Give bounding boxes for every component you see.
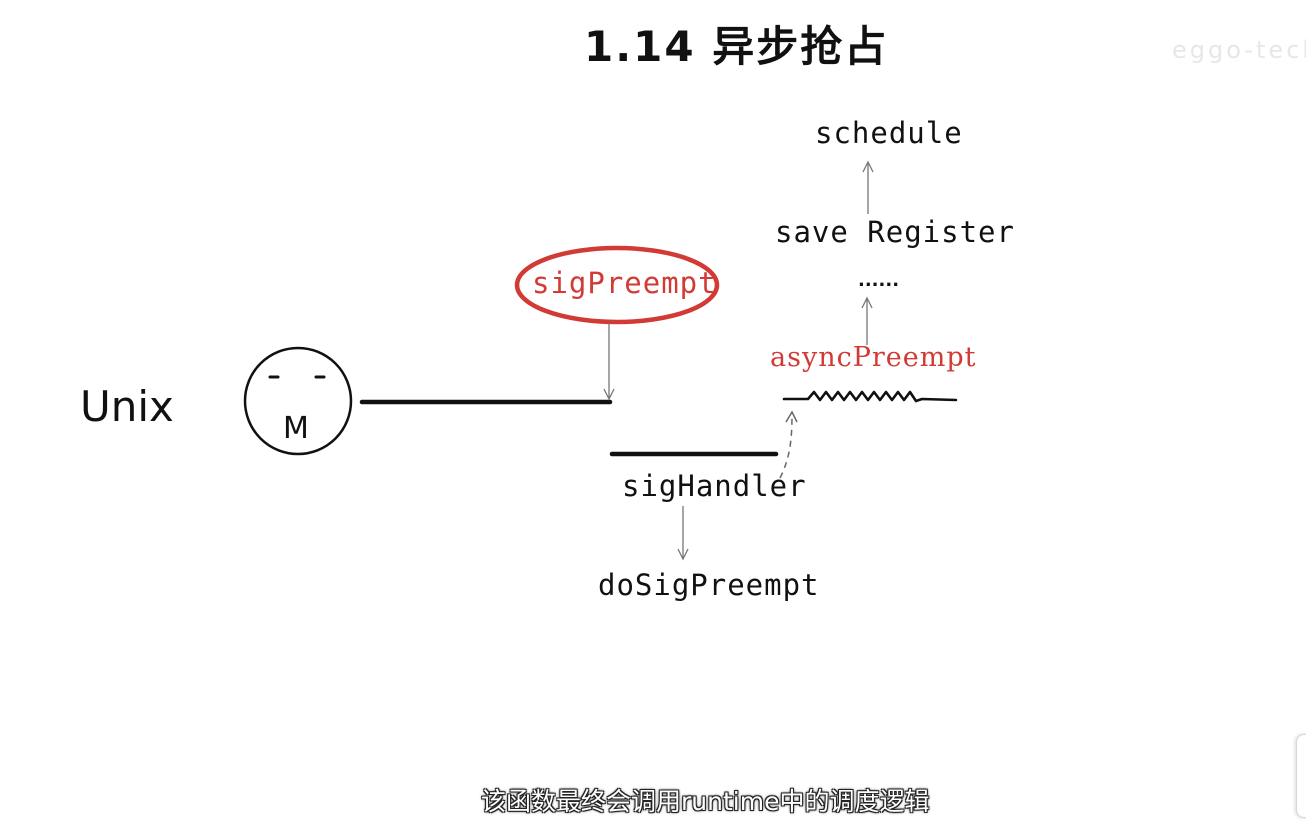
asyncpreempt-label: asyncPreempt (770, 342, 977, 373)
asyncpreempt-zigzag-line (782, 390, 958, 403)
save-register-up-arrow (862, 160, 874, 214)
sighandler-label: sigHandler (622, 469, 807, 503)
sigpreempt-down-arrow (603, 323, 615, 401)
schedule-label: schedule (815, 116, 963, 150)
video-subtitle: 该函数最终会调用runtime中的调度逻辑 (481, 787, 930, 816)
async-up-arrow (861, 296, 873, 345)
slide-title: 1.14 异步抢占 (584, 22, 889, 71)
sighandler-down-arrow (677, 506, 689, 561)
sigpreempt-label: sigPreempt (532, 266, 717, 300)
watermark-text: eggo-tech (1172, 36, 1306, 64)
m-thread-label: M (283, 411, 309, 446)
save-register-label: save Register (775, 215, 1015, 249)
diagram-canvas (243, 160, 958, 561)
unix-label: Unix (80, 382, 174, 431)
side-panel-handle[interactable] (1296, 734, 1306, 818)
ellipsis-label: ...... (858, 270, 900, 291)
dosigpreempt-label: doSigPreempt (598, 568, 820, 602)
